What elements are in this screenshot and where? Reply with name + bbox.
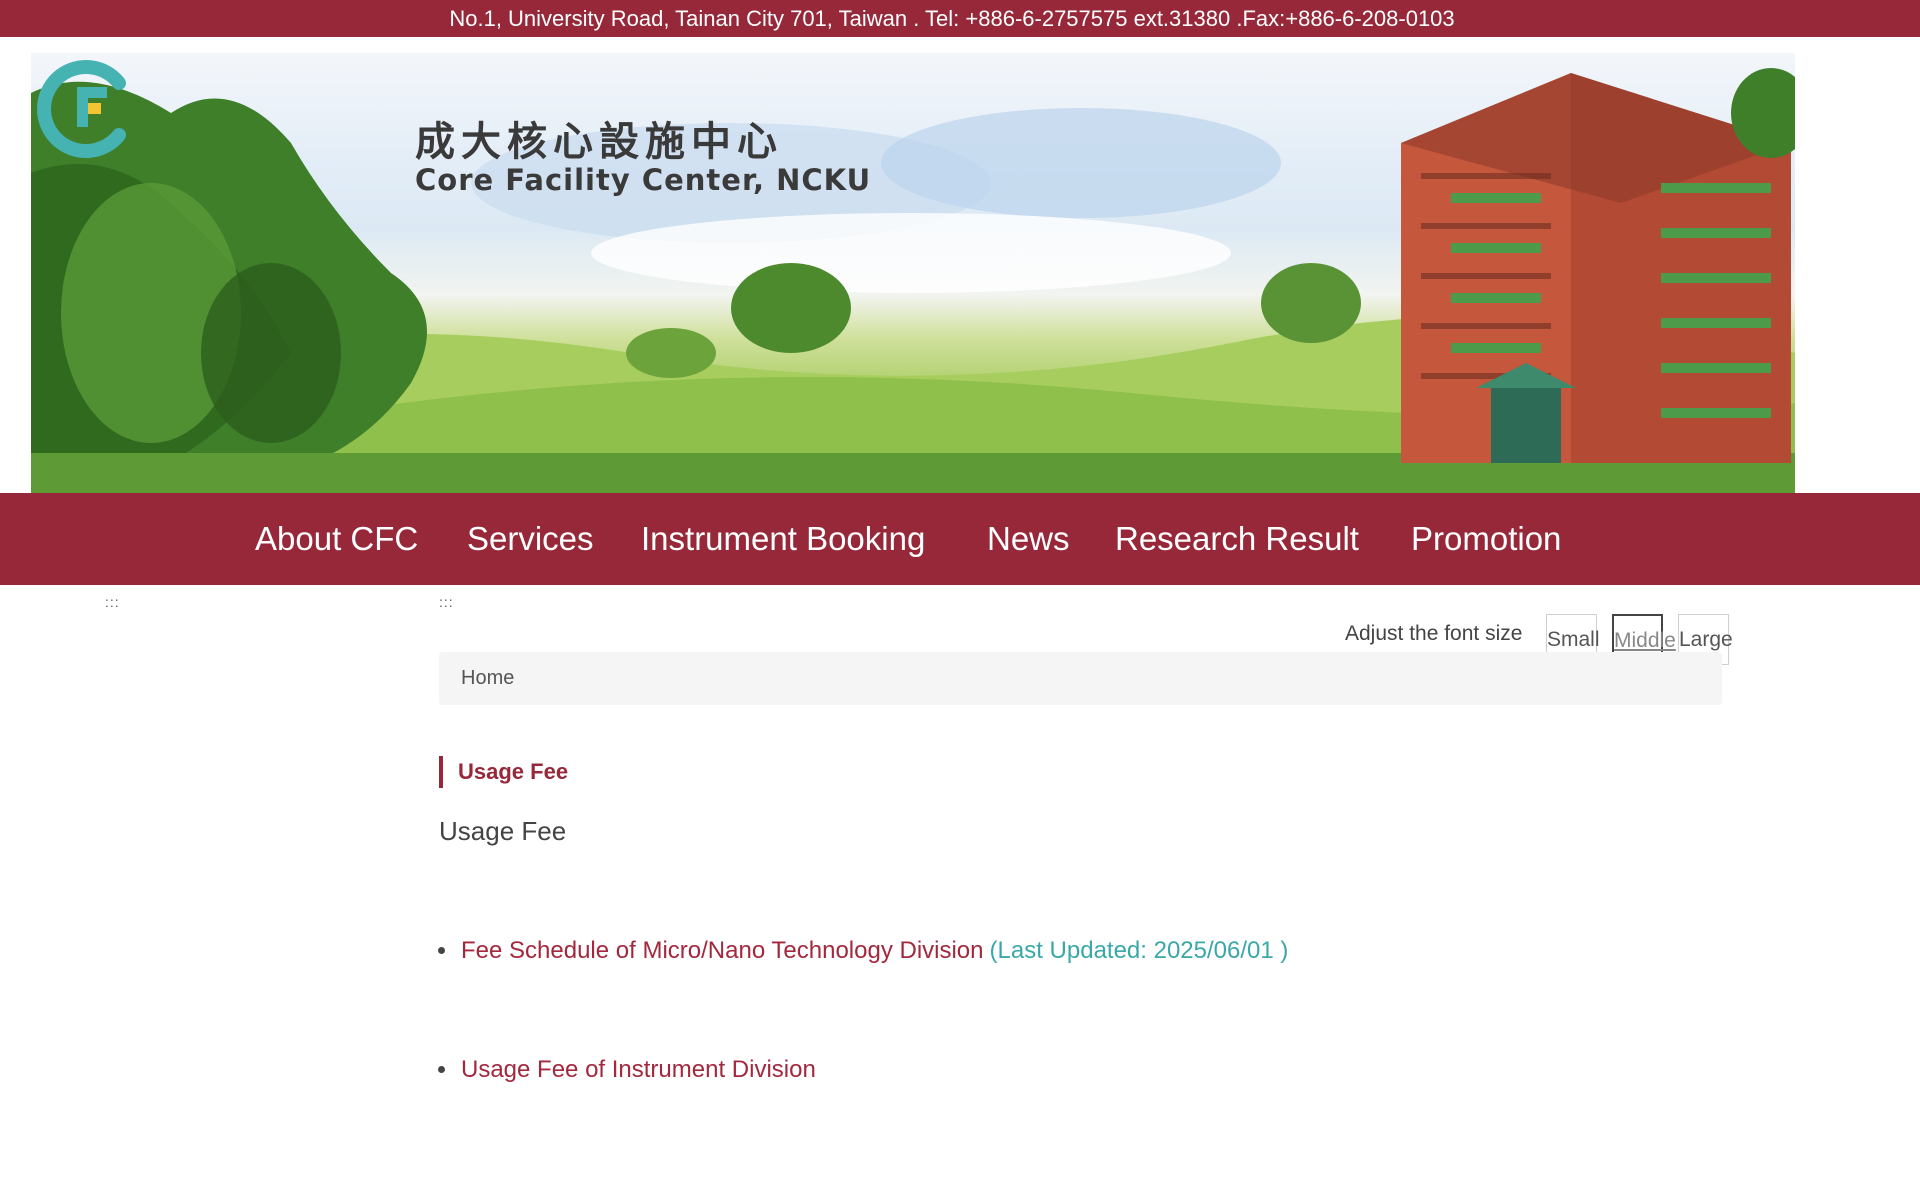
nav-instrument-booking[interactable]: Instrument Booking: [641, 493, 925, 585]
list-item: Usage Fee of Instrument Division: [438, 1056, 816, 1084]
logo-english-name: Core Facility Center, NCKU: [415, 163, 872, 197]
breadcrumb-home-link[interactable]: Home: [461, 667, 514, 689]
breadcrumb: Home: [439, 652, 1722, 705]
nav-research-result[interactable]: Research Result: [1115, 493, 1359, 585]
list-item: Fee Schedule of Micro/Nano Technology Di…: [438, 937, 1289, 965]
contact-info: No.1, University Road, Tainan City 701, …: [449, 6, 1455, 31]
fee-schedule-micro-nano-link[interactable]: Fee Schedule of Micro/Nano Technology Di…: [461, 937, 984, 964]
page-title: Usage Fee: [439, 816, 567, 846]
bullet-icon: [438, 1066, 445, 1073]
font-size-label: Adjust the font size: [1345, 622, 1523, 645]
cfc-logo-icon: [37, 60, 126, 158]
last-updated-note: (Last Updated: 2025/06/01 ): [989, 937, 1289, 964]
main-navigation: About CFC Services Instrument Booking Ne…: [0, 493, 1920, 585]
accesskey-main[interactable]: :::: [439, 594, 454, 610]
accesskey-left[interactable]: :::: [105, 594, 120, 610]
watercolor-landscape-image: [31, 68, 1795, 493]
usage-fee-instrument-link[interactable]: Usage Fee of Instrument Division: [461, 1056, 816, 1083]
logo-chinese-name: 成大核心設施中心: [415, 119, 783, 165]
section-title: Usage Fee: [439, 756, 568, 788]
top-contact-bar: No.1, University Road, Tainan City 701, …: [0, 0, 1920, 37]
bullet-icon: [438, 947, 445, 954]
nav-news[interactable]: News: [987, 493, 1070, 585]
header-banner: 成大核心設施中心 Core Facility Center, NCKU: [31, 53, 1795, 493]
nav-services[interactable]: Services: [467, 493, 594, 585]
nav-about-cfc[interactable]: About CFC: [255, 493, 418, 585]
nav-promotion[interactable]: Promotion: [1411, 493, 1561, 585]
